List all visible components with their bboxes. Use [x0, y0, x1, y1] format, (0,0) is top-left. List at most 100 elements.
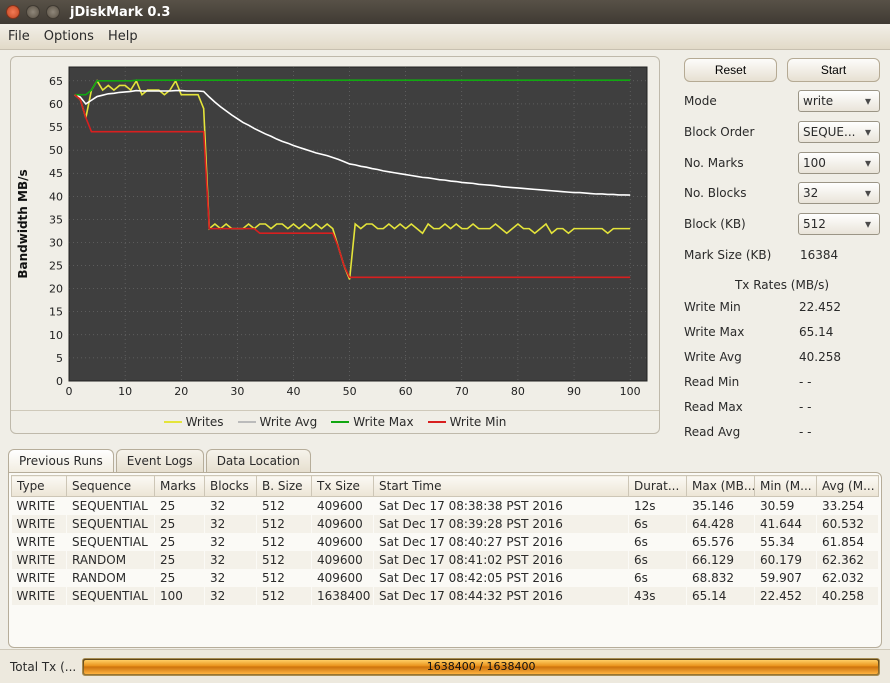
cell-min: 22.452 [755, 587, 817, 605]
svg-text:15: 15 [49, 306, 63, 319]
chevron-down-icon: ▾ [861, 94, 875, 108]
col-bsize[interactable]: B. Size [257, 476, 312, 497]
cell-txsize: 409600 [312, 569, 374, 587]
cell-min: 30.59 [755, 497, 817, 516]
legend-write-avg: Write Avg [260, 415, 318, 429]
table-row[interactable]: WRITESEQUENTIAL2532512409600Sat Dec 17 0… [12, 497, 879, 516]
cell-duration: 43s [629, 587, 687, 605]
window-close-button[interactable] [6, 5, 20, 19]
cell-marks: 25 [155, 497, 205, 516]
mark-size-value: 16384 [798, 248, 880, 262]
col-max[interactable]: Max (MB... [687, 476, 755, 497]
col-blocks[interactable]: Blocks [205, 476, 257, 497]
status-bar: Total Tx (... 1638400 / 1638400 [0, 649, 890, 683]
window-maximize-button[interactable] [46, 5, 60, 19]
cell-txsize: 409600 [312, 497, 374, 516]
window-title: jDiskMark 0.3 [70, 5, 170, 20]
cell-avg: 62.362 [817, 551, 879, 569]
cell-max: 66.129 [687, 551, 755, 569]
control-panel: Reset Start Mode write▾ Block Order SEQU… [680, 50, 890, 445]
table-row[interactable]: WRITESEQUENTIAL2532512409600Sat Dec 17 0… [12, 533, 879, 551]
svg-text:45: 45 [49, 167, 63, 180]
cell-start: Sat Dec 17 08:42:05 PST 2016 [374, 569, 629, 587]
chart-svg: 0102030405060708090100051015202530354045… [11, 57, 659, 407]
cell-start: Sat Dec 17 08:41:02 PST 2016 [374, 551, 629, 569]
cell-duration: 6s [629, 569, 687, 587]
write-min-value: 22.452 [799, 300, 841, 314]
col-txsize[interactable]: Tx Size [312, 476, 374, 497]
svg-text:0: 0 [66, 385, 73, 398]
svg-text:70: 70 [455, 385, 469, 398]
col-avg[interactable]: Avg (M... [817, 476, 879, 497]
block-kb-combo[interactable]: 512▾ [798, 213, 880, 235]
previous-runs-table[interactable]: Type Sequence Marks Blocks B. Size Tx Si… [11, 475, 879, 605]
cell-blocks: 32 [205, 551, 257, 569]
cell-sequence: SEQUENTIAL [67, 497, 155, 516]
cell-avg: 61.854 [817, 533, 879, 551]
table-row[interactable]: WRITESEQUENTIAL2532512409600Sat Dec 17 0… [12, 515, 879, 533]
cell-type: WRITE [12, 533, 67, 551]
cell-bsize: 512 [257, 569, 312, 587]
reset-button[interactable]: Reset [684, 58, 777, 82]
write-avg-label: Write Avg [684, 350, 799, 364]
cell-avg: 40.258 [817, 587, 879, 605]
table-row[interactable]: WRITERANDOM2532512409600Sat Dec 17 08:42… [12, 569, 879, 587]
cell-max: 68.832 [687, 569, 755, 587]
table-row[interactable]: WRITESEQUENTIAL100325121638400Sat Dec 17… [12, 587, 879, 605]
svg-text:55: 55 [49, 121, 63, 134]
col-sequence[interactable]: Sequence [67, 476, 155, 497]
tab-event-logs[interactable]: Event Logs [116, 449, 204, 472]
cell-type: WRITE [12, 515, 67, 533]
progress-text: 1638400 / 1638400 [83, 659, 879, 675]
cell-avg: 60.532 [817, 515, 879, 533]
svg-text:65: 65 [49, 75, 63, 88]
svg-text:30: 30 [230, 385, 244, 398]
menu-help[interactable]: Help [108, 29, 138, 44]
chart-legend: Writes Write Avg Write Max Write Min [11, 410, 659, 433]
svg-text:25: 25 [49, 260, 63, 273]
table-row[interactable]: WRITERANDOM2532512409600Sat Dec 17 08:41… [12, 551, 879, 569]
tx-rates-title: Tx Rates (MB/s) [684, 278, 880, 292]
cell-blocks: 32 [205, 515, 257, 533]
no-marks-label: No. Marks [684, 156, 798, 170]
cell-start: Sat Dec 17 08:38:38 PST 2016 [374, 497, 629, 516]
svg-text:80: 80 [511, 385, 525, 398]
cell-marks: 25 [155, 515, 205, 533]
cell-type: WRITE [12, 569, 67, 587]
no-marks-combo[interactable]: 100▾ [798, 152, 880, 174]
col-duration[interactable]: Durat... [629, 476, 687, 497]
svg-text:35: 35 [49, 213, 63, 226]
no-blocks-combo[interactable]: 32▾ [798, 182, 880, 204]
window-minimize-button[interactable] [26, 5, 40, 19]
cell-marks: 25 [155, 551, 205, 569]
cell-blocks: 32 [205, 587, 257, 605]
tab-data-location[interactable]: Data Location [206, 449, 311, 472]
block-order-combo[interactable]: SEQUE...▾ [798, 121, 880, 143]
svg-text:60: 60 [49, 98, 63, 111]
read-max-value: - - [799, 400, 811, 414]
menu-options[interactable]: Options [44, 29, 94, 44]
chevron-down-icon: ▾ [861, 186, 875, 200]
progress-bar: 1638400 / 1638400 [82, 658, 880, 676]
col-marks[interactable]: Marks [155, 476, 205, 497]
cell-blocks: 32 [205, 497, 257, 516]
read-min-value: - - [799, 375, 811, 389]
start-button[interactable]: Start [787, 58, 880, 82]
col-min[interactable]: Min (M... [755, 476, 817, 497]
read-avg-label: Read Avg [684, 425, 799, 439]
mode-combo[interactable]: write▾ [798, 90, 880, 112]
cell-duration: 6s [629, 533, 687, 551]
cell-marks: 25 [155, 569, 205, 587]
bandwidth-chart: 0102030405060708090100051015202530354045… [10, 56, 660, 434]
write-avg-value: 40.258 [799, 350, 841, 364]
svg-text:90: 90 [567, 385, 581, 398]
tab-previous-runs[interactable]: Previous Runs [8, 449, 114, 472]
col-start[interactable]: Start Time [374, 476, 629, 497]
menu-file[interactable]: File [8, 29, 30, 44]
svg-text:0: 0 [56, 375, 63, 388]
svg-text:50: 50 [343, 385, 357, 398]
cell-max: 65.14 [687, 587, 755, 605]
col-type[interactable]: Type [12, 476, 67, 497]
write-max-value: 65.14 [799, 325, 833, 339]
cell-min: 60.179 [755, 551, 817, 569]
